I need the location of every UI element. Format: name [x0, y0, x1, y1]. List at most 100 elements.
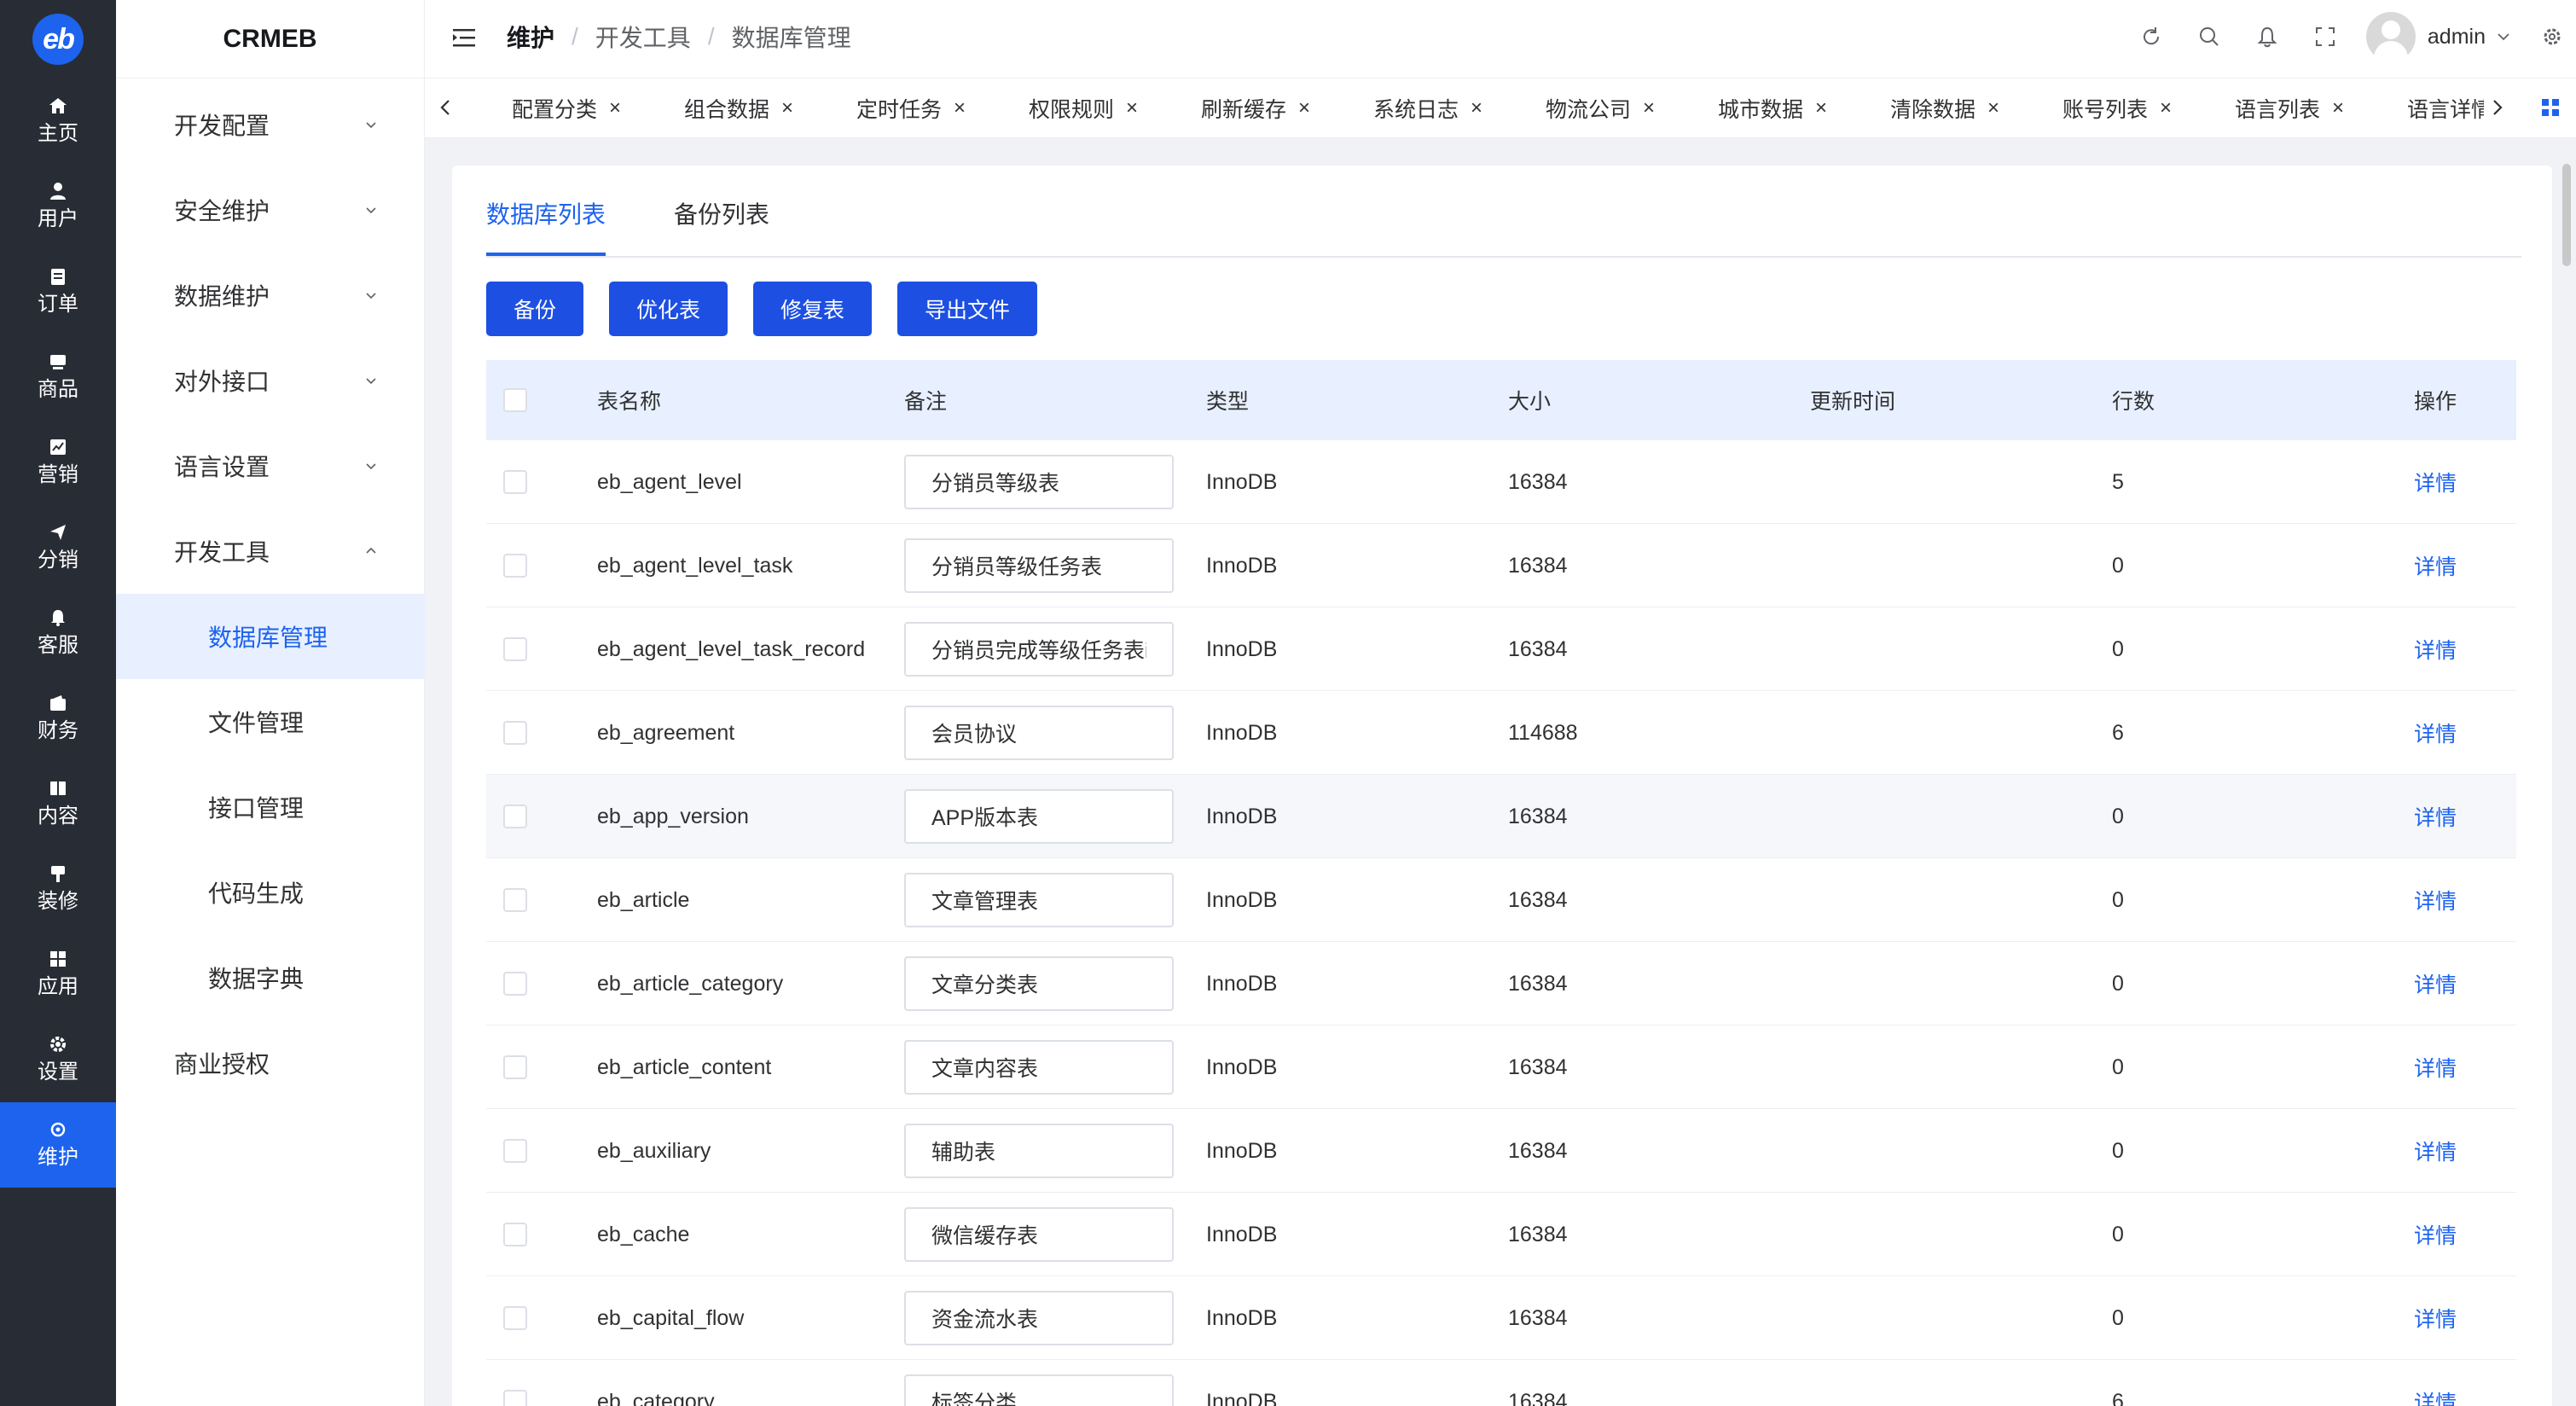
sidebar-item-api-manage[interactable]: 接口管理	[116, 764, 425, 850]
rail-item-content[interactable]: 内容	[0, 761, 116, 846]
tab-backup-list[interactable]: 备份列表	[674, 196, 769, 230]
detail-link[interactable]: 详情	[2414, 858, 2457, 942]
rail-item-user[interactable]: 用户	[0, 164, 116, 249]
row-checkbox[interactable]	[503, 1139, 527, 1163]
row-checkbox[interactable]	[503, 1306, 527, 1330]
username[interactable]: admin	[2428, 25, 2486, 49]
row-checkbox[interactable]	[503, 972, 527, 996]
repair-button[interactable]: 修复表	[753, 282, 873, 336]
tab-config-category[interactable]: 配置分类 ×	[512, 78, 621, 138]
sidebar-item-data-maintain[interactable]: 数据维护	[116, 253, 425, 338]
sidebar-item-database[interactable]: 数据库管理	[116, 594, 425, 679]
detail-link[interactable]: 详情	[2414, 1360, 2457, 1406]
comment-input[interactable]	[904, 1040, 1174, 1095]
close-icon[interactable]: ×	[1298, 96, 1310, 120]
rail-item-settings[interactable]: 设置	[0, 1017, 116, 1102]
search-icon[interactable]	[2180, 0, 2238, 73]
close-icon[interactable]: ×	[1126, 96, 1138, 120]
chevron-down-icon[interactable]	[2496, 29, 2511, 44]
detail-link[interactable]: 详情	[2414, 1025, 2457, 1109]
tab-system-log[interactable]: 系统日志 ×	[1373, 78, 1482, 138]
sidebar-item-dev-tools[interactable]: 开发工具	[116, 508, 425, 594]
tab-scheduled-tasks[interactable]: 定时任务 ×	[856, 78, 966, 138]
close-icon[interactable]: ×	[1471, 96, 1482, 120]
close-icon[interactable]: ×	[2332, 96, 2344, 120]
tab-language-detail[interactable]: 语言详情	[2407, 78, 2484, 138]
detail-link[interactable]: 详情	[2414, 942, 2457, 1025]
tab-database-list[interactable]: 数据库列表	[486, 196, 606, 230]
rail-item-decoration[interactable]: 装修	[0, 846, 116, 932]
tab-clear-data[interactable]: 清除数据 ×	[1890, 78, 1999, 138]
sidebar-item-files[interactable]: 文件管理	[116, 679, 425, 764]
row-checkbox[interactable]	[503, 1055, 527, 1079]
row-checkbox[interactable]	[503, 554, 527, 578]
rail-item-product[interactable]: 商品	[0, 334, 116, 420]
detail-link[interactable]: 详情	[2414, 607, 2457, 691]
comment-input[interactable]	[904, 706, 1174, 760]
detail-link[interactable]: 详情	[2414, 1276, 2457, 1360]
rail-item-order[interactable]: 订单	[0, 249, 116, 334]
chevron-left-icon[interactable]	[432, 94, 459, 121]
row-checkbox[interactable]	[503, 470, 527, 494]
close-icon[interactable]: ×	[609, 96, 621, 120]
avatar[interactable]	[2365, 12, 2416, 61]
fullscreen-icon[interactable]	[2296, 0, 2354, 73]
grid-menu-icon[interactable]	[2538, 96, 2562, 119]
row-checkbox[interactable]	[503, 1223, 527, 1246]
close-icon[interactable]: ×	[1987, 96, 1999, 120]
sidebar-item-security[interactable]: 安全维护	[116, 167, 425, 253]
rail-item-distribution[interactable]: 分销	[0, 505, 116, 590]
comment-input[interactable]	[904, 789, 1174, 844]
menu-fold-icon[interactable]	[450, 24, 478, 51]
rail-item-apps[interactable]: 应用	[0, 932, 116, 1017]
detail-link[interactable]: 详情	[2414, 1109, 2457, 1193]
detail-link[interactable]: 详情	[2414, 440, 2457, 524]
vertical-scrollbar[interactable]	[2562, 138, 2571, 1406]
tab-account-list[interactable]: 账号列表 ×	[2063, 78, 2172, 138]
sidebar-item-dev-config[interactable]: 开发配置	[116, 82, 425, 167]
breadcrumb-item[interactable]: 维护	[507, 20, 554, 54]
rail-item-marketing[interactable]: 营销	[0, 420, 116, 505]
comment-input[interactable]	[904, 1374, 1174, 1406]
close-icon[interactable]: ×	[781, 96, 793, 120]
sidebar-item-license[interactable]: 商业授权	[116, 1020, 425, 1106]
close-icon[interactable]: ×	[954, 96, 966, 120]
notification-bell-icon[interactable]	[2238, 0, 2296, 73]
scrollbar-thumb[interactable]	[2562, 164, 2571, 266]
close-icon[interactable]: ×	[1643, 96, 1655, 120]
breadcrumb-item[interactable]: 开发工具	[595, 20, 691, 54]
sidebar-item-dictionary[interactable]: 数据字典	[116, 935, 425, 1020]
detail-link[interactable]: 详情	[2414, 775, 2457, 858]
tab-refresh-cache[interactable]: 刷新缓存 ×	[1201, 78, 1310, 138]
sidebar-item-codegen[interactable]: 代码生成	[116, 850, 425, 935]
backup-button[interactable]: 备份	[486, 282, 584, 336]
row-checkbox[interactable]	[503, 805, 527, 828]
tab-combined-data[interactable]: 组合数据 ×	[684, 78, 793, 138]
detail-link[interactable]: 详情	[2414, 1193, 2457, 1276]
rail-item-home[interactable]: 主页	[0, 78, 116, 164]
sidebar-item-external-api[interactable]: 对外接口	[116, 338, 425, 423]
app-logo[interactable]: eb	[0, 0, 116, 78]
row-checkbox[interactable]	[503, 1390, 527, 1406]
tab-language-list[interactable]: 语言列表 ×	[2235, 78, 2344, 138]
close-icon[interactable]: ×	[1815, 96, 1827, 120]
detail-link[interactable]: 详情	[2414, 691, 2457, 775]
tab-permission-rules[interactable]: 权限规则 ×	[1029, 78, 1138, 138]
row-checkbox[interactable]	[503, 721, 527, 745]
sidebar-item-language[interactable]: 语言设置	[116, 423, 425, 508]
rail-item-service[interactable]: 客服	[0, 590, 116, 676]
settings-gear-icon[interactable]	[2535, 0, 2569, 73]
export-button[interactable]: 导出文件	[897, 282, 1038, 336]
rail-item-finance[interactable]: 财务	[0, 676, 116, 761]
detail-link[interactable]: 详情	[2414, 524, 2457, 607]
comment-input[interactable]	[904, 956, 1174, 1011]
close-icon[interactable]: ×	[2160, 96, 2172, 120]
row-checkbox[interactable]	[503, 888, 527, 912]
optimize-button[interactable]: 优化表	[609, 282, 728, 336]
rail-item-maintain[interactable]: 维护	[0, 1102, 116, 1188]
comment-input[interactable]	[904, 1124, 1174, 1178]
chevron-right-icon[interactable]	[2484, 94, 2511, 121]
comment-input[interactable]	[904, 1291, 1174, 1345]
comment-input[interactable]	[904, 455, 1174, 509]
comment-input[interactable]	[904, 538, 1174, 593]
